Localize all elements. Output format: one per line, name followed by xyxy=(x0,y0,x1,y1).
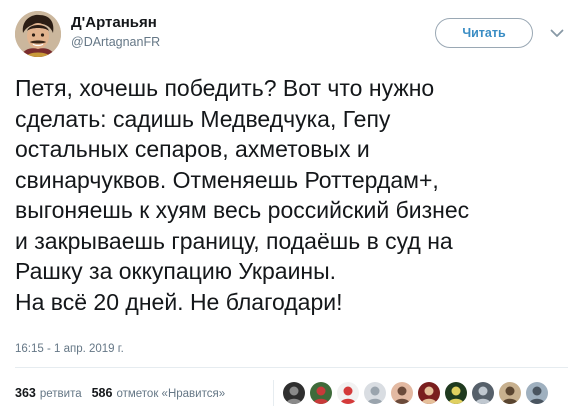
tweet-text-line: сделать: садишь Медведчука, Гепу xyxy=(15,105,391,132)
stats-separator xyxy=(273,380,274,406)
liker-avatar[interactable] xyxy=(417,381,441,405)
author-handle[interactable]: @DArtagnanFR xyxy=(71,35,160,49)
retweets-label: ретвита xyxy=(39,388,82,400)
retweets-stat[interactable]: 363 ретвита xyxy=(15,386,82,400)
retweets-count: 363 xyxy=(15,386,36,400)
liker-avatar[interactable] xyxy=(282,381,306,405)
likes-label: отметок «Нравится» xyxy=(116,388,226,400)
tweet-text: Петя, хочешь победить? Вот что нужно сде… xyxy=(15,73,575,317)
tweet-text-line: На всё 20 дней. Не благодари! xyxy=(15,288,343,315)
liker-avatar[interactable] xyxy=(309,381,333,405)
tweet-text-line: остальных сепаров, ахметовых и xyxy=(15,136,370,162)
liker-avatar[interactable] xyxy=(498,381,522,405)
tweet-text-line: и закрываешь границу, подаёшь в суд на xyxy=(15,227,453,254)
liker-avatar[interactable] xyxy=(336,381,360,405)
liker-avatars xyxy=(282,381,552,405)
avatar[interactable] xyxy=(15,11,61,57)
tweet-text-line: Петя, хочешь победить? Вот что нужно xyxy=(15,75,435,101)
tweet-text-line: Рашку за оккупацию Украины. xyxy=(15,258,337,284)
likes-count: 586 xyxy=(91,386,113,400)
tweet-card: Д'Артаньян @DArtagnanFR Читать Петя, хоч… xyxy=(0,0,583,415)
follow-button[interactable]: Читать xyxy=(435,18,533,48)
liker-avatar[interactable] xyxy=(444,381,468,405)
chevron-down-icon[interactable] xyxy=(548,24,566,42)
tweet-text-line: свинарчуквов. Отменяешь Роттердам+, xyxy=(15,166,439,193)
liker-avatar[interactable] xyxy=(390,381,414,405)
tweet-stats: 363 ретвита 586 отметок «Нравится» xyxy=(15,386,235,400)
tweet-text-line: выгоняешь к хуям весь российский бизнес xyxy=(15,197,470,223)
author-display-name[interactable]: Д'Артаньян xyxy=(71,14,157,31)
divider xyxy=(15,367,568,368)
liker-avatar[interactable] xyxy=(363,381,387,405)
tweet-timestamp[interactable]: 16:15 - 1 апр. 2019 г. xyxy=(15,343,124,355)
likes-stat[interactable]: 586 отметок «Нравится» xyxy=(92,386,226,400)
liker-avatar[interactable] xyxy=(471,381,495,405)
liker-avatar[interactable] xyxy=(525,381,549,405)
